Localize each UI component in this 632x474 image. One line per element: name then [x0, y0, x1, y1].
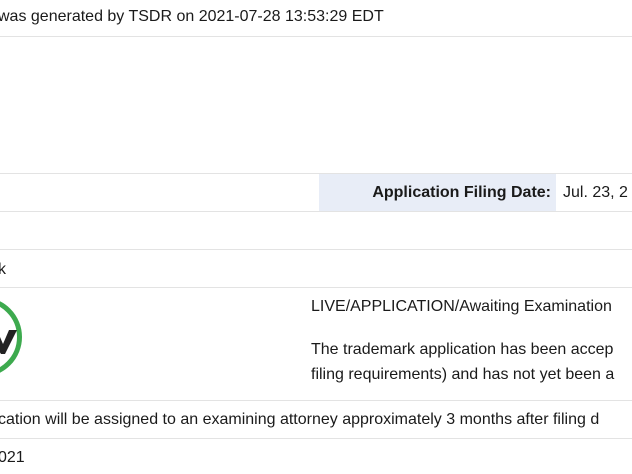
filing-date-row: Application Filing Date: Jul. 23, 2 [0, 174, 632, 212]
status-text: LIVE/APPLICATION/Awaiting Examination [311, 298, 612, 315]
generated-header-row: was generated by TSDR on 2021-07-28 13:5… [0, 0, 632, 37]
examination-note-row: cation will be assigned to an examining … [0, 401, 632, 439]
mark-text-fragment: k [0, 260, 6, 280]
status-row: LIVE/APPLICATION/Awaiting Examination Th… [0, 288, 632, 401]
filing-date-label-cell: Application Filing Date: [319, 174, 556, 211]
generated-timestamp-text: was generated by TSDR on 2021-07-28 13:5… [0, 8, 384, 25]
tsdr-status-page: was generated by TSDR on 2021-07-28 13:5… [0, 0, 632, 474]
spacer-row [0, 212, 632, 250]
date-row: 021 [0, 439, 632, 474]
status-description-line1: The trademark application has been accep [311, 341, 614, 358]
examination-note-text: cation will be assigned to an examining … [0, 411, 600, 428]
mark-image-area [0, 37, 632, 174]
mark-row: k [0, 250, 632, 288]
status-description-line2: filing requirements) and has not yet bee… [311, 366, 615, 383]
filing-date-value: Jul. 23, 2 [563, 184, 628, 201]
date-fragment: 021 [0, 449, 25, 466]
filing-date-label: Application Filing Date: [372, 184, 551, 201]
